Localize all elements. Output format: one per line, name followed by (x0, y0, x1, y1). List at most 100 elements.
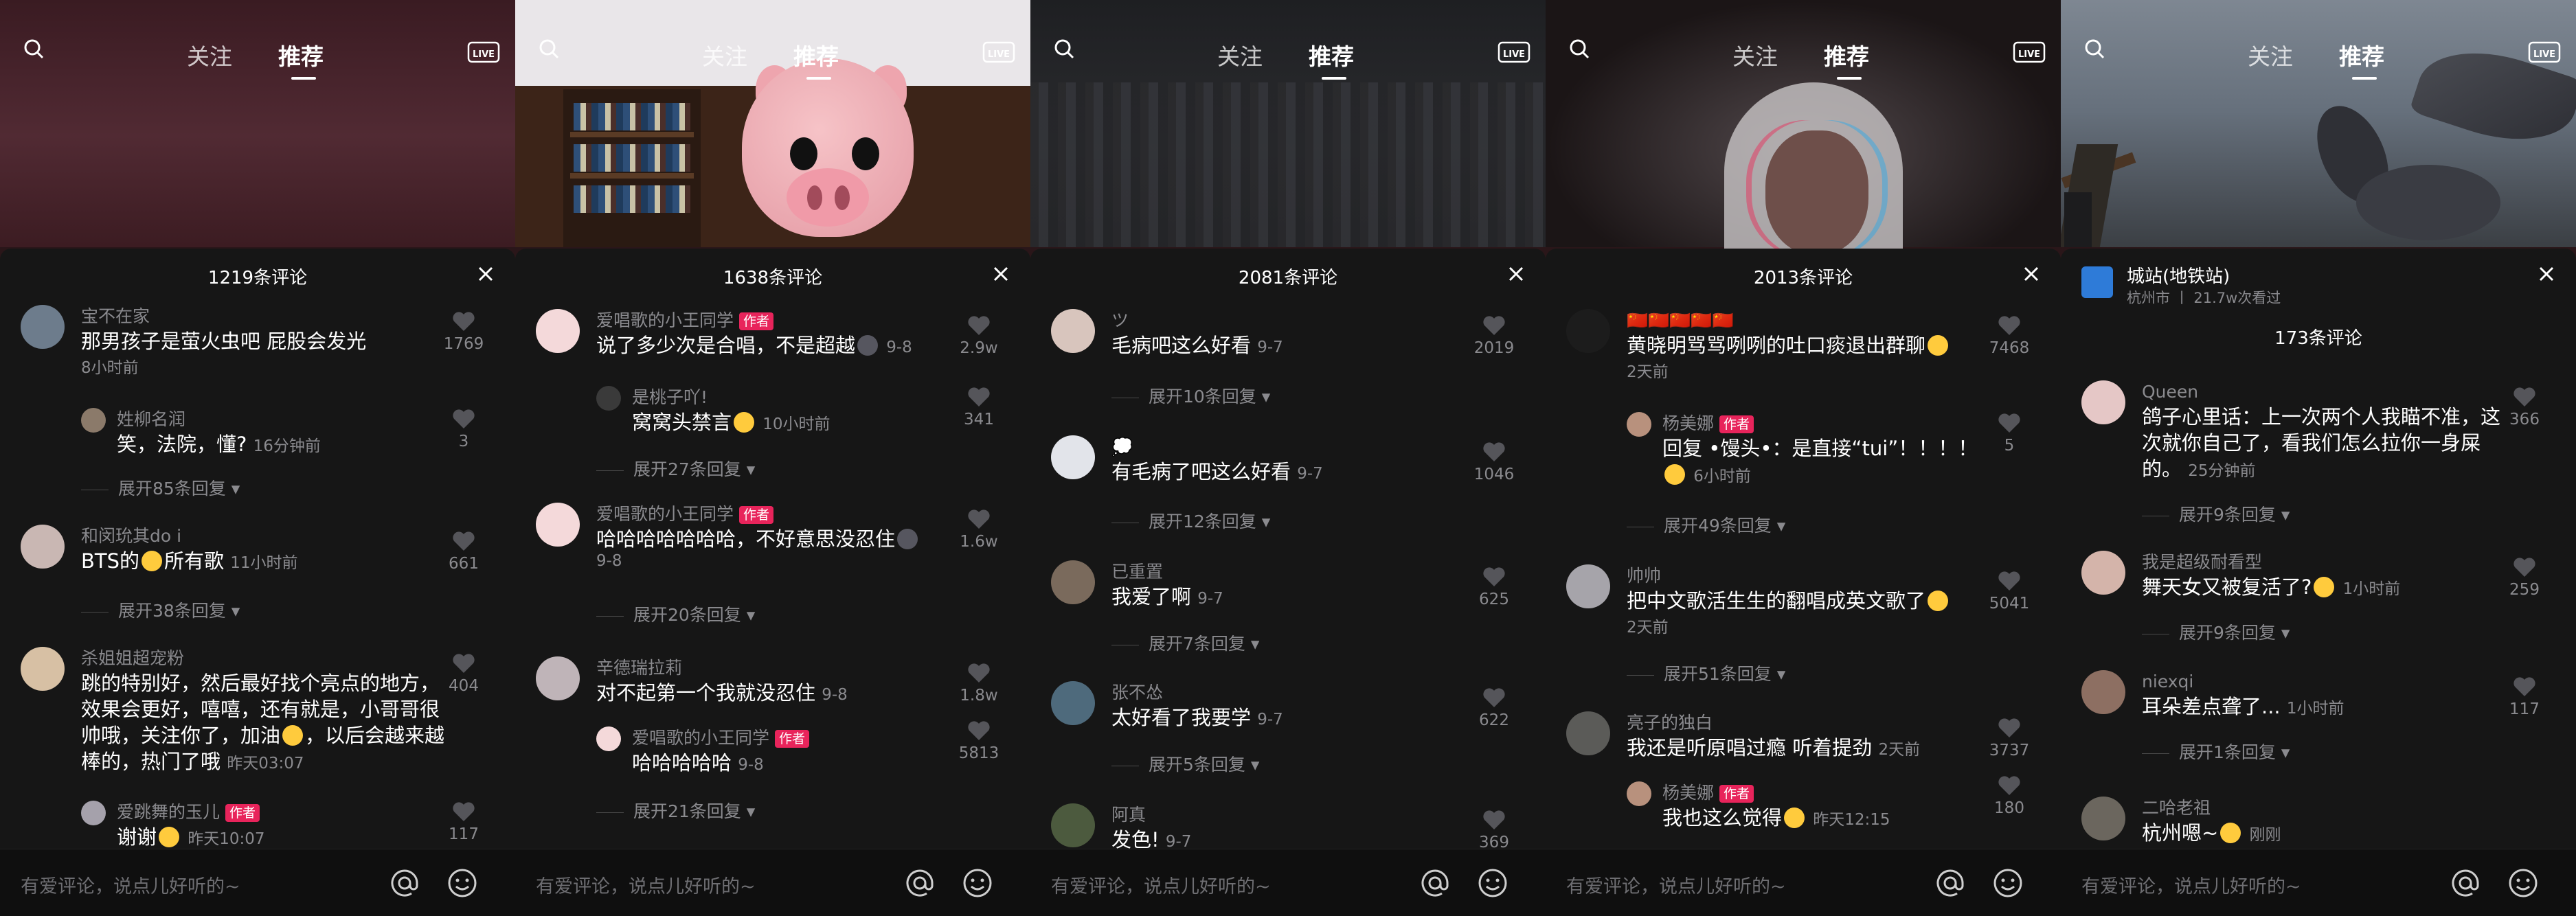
close-icon[interactable] (2536, 264, 2557, 284)
like-button[interactable]: 5041 (1985, 570, 2033, 612)
tab-follow[interactable]: 关注 (1217, 38, 1263, 71)
replier-name[interactable]: 爱跳舞的玉儿 (117, 802, 220, 822)
tab-recommend[interactable]: 推荐 (793, 38, 839, 71)
expand-replies[interactable]: 展开38条回复 ▾ (81, 597, 240, 622)
like-button[interactable]: 1046 (1470, 441, 1518, 483)
avatar[interactable] (21, 647, 65, 691)
like-button[interactable]: 259 (2500, 556, 2549, 599)
expand-replies[interactable]: 展开1条回复 ▾ (2142, 739, 2290, 764)
at-icon[interactable] (2450, 867, 2481, 899)
smile-icon[interactable] (2507, 867, 2539, 899)
replier-name[interactable]: 杨美娜 (1662, 413, 1714, 433)
smile-icon[interactable] (962, 867, 993, 899)
commenter-name[interactable]: 阿真 (1111, 803, 1482, 827)
expand-replies[interactable]: 展开20条回复 ▾ (596, 602, 755, 626)
avatar[interactable] (2081, 670, 2125, 714)
like-button[interactable]: 625 (1470, 566, 1518, 608)
close-icon[interactable] (2021, 264, 2042, 284)
like-button[interactable]: 117 (440, 801, 488, 843)
avatar[interactable] (596, 726, 621, 751)
commenter-name[interactable]: ツ (1111, 309, 1482, 332)
comment-input-bar[interactable]: 有爱评论，说点儿好听的~ (1546, 849, 2061, 916)
replier-name[interactable]: 是桃子吖! (632, 386, 1003, 409)
tab-follow[interactable]: 关注 (2248, 38, 2293, 71)
replier-name[interactable]: 爱唱歌的小王同学 (632, 728, 769, 748)
search-icon[interactable] (1054, 38, 1074, 59)
expand-replies[interactable]: 展开51条回复 ▾ (1627, 661, 1785, 685)
avatar[interactable] (2081, 551, 2125, 595)
live-icon[interactable]: LIVE (2013, 38, 2046, 63)
avatar[interactable] (2081, 797, 2125, 840)
comment-input-placeholder[interactable]: 有爱评论，说点儿好听的~ (536, 871, 756, 898)
search-icon[interactable] (1569, 38, 1590, 59)
commenter-name[interactable]: 杀姐姐超宠粉 (81, 647, 452, 670)
expand-replies[interactable]: 展开12条回复 ▾ (1111, 508, 1270, 533)
commenter-name[interactable]: 帅帅 (1627, 564, 1998, 588)
tab-follow[interactable]: 关注 (702, 38, 747, 71)
replier-name[interactable]: 姓柳名润 (117, 408, 488, 431)
like-button[interactable]: 622 (1470, 687, 1518, 729)
avatar[interactable] (81, 801, 106, 825)
commenter-name[interactable]: 爱唱歌的小王同学 (596, 310, 734, 330)
at-icon[interactable] (1419, 867, 1451, 899)
live-icon[interactable]: LIVE (1498, 38, 1530, 63)
like-button[interactable]: 2.9w (955, 314, 1003, 357)
avatar[interactable] (536, 503, 580, 547)
commenter-name[interactable]: 🇨🇳🇨🇳🇨🇳🇨🇳🇨🇳 (1627, 309, 1998, 332)
avatar[interactable] (1051, 681, 1095, 725)
tab-follow[interactable]: 关注 (1732, 38, 1778, 71)
like-button[interactable]: 117 (2500, 676, 2549, 718)
commenter-name[interactable]: niexqi (2142, 670, 2513, 694)
live-icon[interactable]: LIVE (2528, 38, 2561, 63)
comment-input-placeholder[interactable]: 有爱评论，说点儿好听的~ (2081, 871, 2301, 898)
commenter-name[interactable]: 宝不在家 (81, 305, 452, 328)
like-button[interactable]: 2019 (1470, 314, 1518, 357)
avatar[interactable] (1627, 412, 1651, 437)
smile-icon[interactable] (447, 867, 478, 899)
comment-input-bar[interactable]: 有爱评论，说点儿好听的~ (0, 849, 515, 916)
comment-input-bar[interactable]: 有爱评论，说点儿好听的~ (1030, 849, 1546, 916)
avatar[interactable] (21, 305, 65, 349)
avatar[interactable] (81, 408, 106, 433)
avatar[interactable] (1566, 309, 1610, 353)
avatar[interactable] (1051, 803, 1095, 847)
like-button[interactable]: 1.6w (955, 508, 1003, 551)
commenter-name[interactable]: Queen (2142, 380, 2513, 404)
avatar[interactable] (1051, 309, 1095, 353)
avatar[interactable] (1627, 781, 1651, 806)
avatar[interactable] (1051, 560, 1095, 604)
like-button[interactable]: 5 (1985, 412, 2033, 455)
commenter-name[interactable]: 爱唱歌的小王同学 (596, 504, 734, 524)
comment-input-placeholder[interactable]: 有爱评论，说点儿好听的~ (1566, 871, 1786, 898)
comment-input-placeholder[interactable]: 有爱评论，说点儿好听的~ (1051, 871, 1271, 898)
expand-replies[interactable]: 展开5条回复 ▾ (1111, 751, 1259, 776)
like-button[interactable]: 404 (440, 652, 488, 695)
expand-replies[interactable]: 展开21条回复 ▾ (596, 798, 755, 823)
like-button[interactable]: 3 (440, 408, 488, 450)
like-button[interactable]: 5813 (955, 720, 1003, 762)
expand-replies[interactable]: 展开9条回复 ▾ (2142, 619, 2290, 644)
tab-recommend[interactable]: 推荐 (2339, 38, 2384, 71)
commenter-name[interactable]: 二哈老祖 (2142, 797, 2513, 820)
comment-input-bar[interactable]: 有爱评论，说点儿好听的~ (2061, 849, 2576, 916)
like-button[interactable]: 180 (1985, 775, 2033, 817)
avatar[interactable] (536, 309, 580, 353)
avatar[interactable] (1566, 564, 1610, 608)
close-icon[interactable] (991, 264, 1011, 284)
like-button[interactable]: 661 (440, 530, 488, 573)
live-icon[interactable]: LIVE (982, 38, 1015, 63)
avatar[interactable] (2081, 380, 2125, 424)
at-icon[interactable] (1934, 867, 1966, 899)
like-button[interactable]: 341 (955, 386, 1003, 428)
avatar[interactable] (536, 656, 580, 700)
live-icon[interactable]: LIVE (467, 38, 500, 63)
comment-input-bar[interactable]: 有爱评论，说点儿好听的~ (515, 849, 1030, 916)
location-name[interactable]: 城站(地铁站) (2127, 262, 2230, 288)
smile-icon[interactable] (1992, 867, 2024, 899)
like-button[interactable]: 3737 (1985, 717, 2033, 759)
tab-recommend[interactable]: 推荐 (278, 38, 324, 71)
commenter-name[interactable]: 💭 (1111, 435, 1482, 459)
expand-replies[interactable]: 展开9条回复 ▾ (2142, 501, 2290, 526)
like-button[interactable]: 7468 (1985, 314, 2033, 357)
like-button[interactable]: 369 (1470, 809, 1518, 851)
